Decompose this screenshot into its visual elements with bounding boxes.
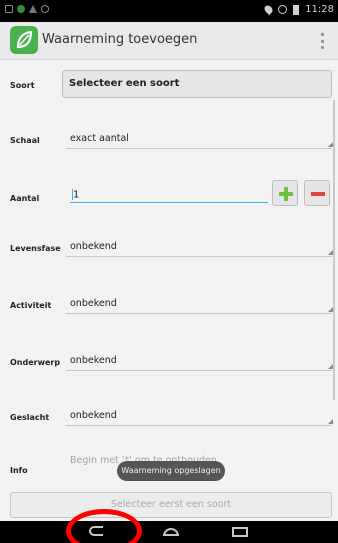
activiteit-underline: [66, 313, 332, 314]
status-bar: 11:28: [0, 0, 338, 22]
levensfase-underline: [66, 256, 332, 257]
activiteit-row: Activiteit onbekend: [0, 293, 338, 315]
recent-apps-icon[interactable]: [232, 527, 248, 537]
submit-button[interactable]: Selecteer eerst een soort: [10, 492, 332, 518]
levensfase-spinner[interactable]: onbekend: [70, 241, 117, 252]
status-bar-right: 11:28: [263, 3, 334, 16]
onderwerp-row: Onderwerp onbekend: [0, 350, 338, 372]
battery-icon: [293, 4, 300, 15]
info-label: Info: [10, 466, 28, 475]
levensfase-row: Levensfase onbekend: [0, 236, 338, 258]
geslacht-label: Geslacht: [10, 413, 50, 422]
geslacht-underline: [66, 425, 332, 426]
plus-icon-stem: [284, 187, 288, 201]
status-time: 11:28: [305, 4, 334, 15]
geslacht-row: Geslacht onbekend: [0, 405, 338, 427]
increment-button[interactable]: [272, 180, 298, 206]
schaal-underline: [66, 148, 332, 149]
gallery-icon: [5, 5, 13, 13]
overflow-menu-icon[interactable]: [320, 33, 324, 49]
warning-icon: [29, 5, 37, 13]
activiteit-spinner[interactable]: onbekend: [70, 298, 117, 309]
page-title: Waarneming toevoegen: [42, 32, 198, 47]
activiteit-label: Activiteit: [10, 301, 52, 310]
toast-message: Waarneming opgeslagen: [117, 461, 225, 481]
activiteit-dropdown-icon[interactable]: [328, 307, 333, 312]
count-value: 1: [73, 189, 80, 201]
minus-icon: [311, 192, 325, 196]
decrement-button[interactable]: [304, 180, 330, 206]
home-icon[interactable]: [163, 528, 179, 536]
schaal-label: Schaal: [10, 136, 40, 145]
onderwerp-spinner[interactable]: onbekend: [70, 355, 117, 366]
geslacht-spinner[interactable]: onbekend: [70, 410, 117, 421]
onderwerp-label: Onderwerp: [10, 358, 61, 367]
schaal-dropdown-icon[interactable]: [328, 142, 333, 147]
select-species-button[interactable]: Selecteer een soort: [62, 70, 332, 98]
levensfase-label: Levensfase: [10, 244, 61, 253]
schaal-row: Schaal exact aantal: [0, 128, 338, 150]
onderwerp-dropdown-icon[interactable]: [328, 364, 333, 369]
location-icon: [263, 3, 275, 16]
count-input[interactable]: 1: [70, 183, 268, 203]
status-bar-left: [5, 5, 49, 13]
android-icon: [17, 5, 25, 13]
sync-icon: [278, 5, 288, 14]
leaf-logo-icon[interactable]: [10, 26, 38, 54]
circle-icon: [41, 5, 49, 13]
aantal-label: Aantal: [10, 194, 40, 203]
geslacht-dropdown-icon[interactable]: [328, 419, 333, 424]
action-bar: Waarneming toevoegen: [0, 22, 338, 60]
screen: 11:28 Waarneming toevoegen Soort Selecte…: [0, 0, 338, 543]
navigation-bar: [0, 521, 338, 543]
levensfase-dropdown-icon[interactable]: [328, 250, 333, 255]
soort-label: Soort: [10, 81, 35, 90]
schaal-spinner[interactable]: exact aantal: [70, 133, 129, 144]
onderwerp-underline: [66, 370, 332, 371]
